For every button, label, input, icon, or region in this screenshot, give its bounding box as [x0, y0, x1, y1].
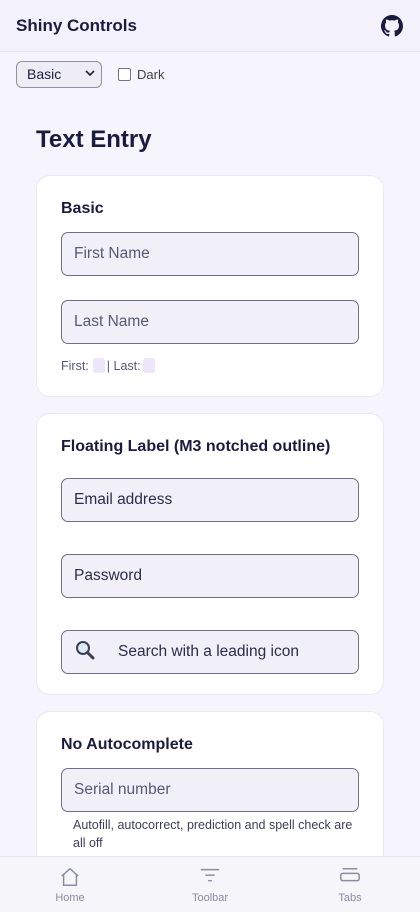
card-floating-label: Floating Label (M3 notched outline) Emai… [36, 413, 384, 695]
controls-row: Basic Dark [16, 60, 404, 88]
nav-home-label: Home [55, 891, 85, 904]
tabs-icon [340, 867, 360, 881]
serial-helper-text: Autofill, autocorrect, prediction and sp… [73, 818, 353, 850]
card-title-noauto: No Autocomplete [61, 736, 193, 753]
last-name-input[interactable]: Last Name [61, 300, 359, 344]
serial-number-input[interactable]: Serial number [61, 768, 359, 812]
search-icon [74, 639, 98, 666]
chevron-down-icon [85, 69, 95, 80]
dark-checkbox[interactable] [118, 67, 131, 81]
variant-select-value: Basic [27, 66, 62, 82]
variant-select[interactable]: Basic [16, 60, 102, 88]
email-field[interactable]: Email address [61, 478, 359, 522]
echo-last-label: | Last: [106, 358, 141, 373]
search-input[interactable]: Search with a leading icon [61, 630, 359, 674]
serial-placeholder: Serial number [74, 781, 171, 798]
card-basic: Basic First Name Last Name First: | Last… [36, 175, 384, 397]
nav-tabs[interactable]: Tabs [300, 866, 400, 904]
home-icon [61, 867, 79, 886]
first-name-input[interactable]: First Name [61, 232, 359, 276]
echo-last-value [142, 358, 155, 373]
github-icon[interactable] [380, 14, 404, 38]
password-label: Password [74, 567, 143, 584]
email-label: Email address [74, 491, 173, 508]
app-title: Shiny Controls [16, 15, 137, 35]
first-name-placeholder: First Name [74, 245, 150, 262]
toolbar-icon [200, 868, 220, 881]
nav-tabs-label: Tabs [338, 891, 362, 904]
nav-toolbar-label: Toolbar [191, 891, 229, 904]
card-title-floating: Floating Label (M3 notched outline) [61, 438, 331, 455]
page-title: Text Entry [36, 126, 152, 153]
dark-toggle[interactable]: Dark [118, 67, 164, 82]
dark-label: Dark [137, 66, 165, 82]
card-title-basic: Basic [61, 200, 104, 217]
echo-first-label: First: [61, 358, 89, 373]
nav-home[interactable]: Home [20, 866, 120, 904]
nav-toolbar[interactable]: Toolbar [160, 866, 260, 904]
echo-first-value [92, 358, 105, 373]
last-name-placeholder: Last Name [74, 313, 149, 330]
name-echo: First: | Last: [61, 358, 157, 373]
search-label: Search with a leading icon [118, 643, 299, 660]
password-field[interactable]: Password [61, 554, 359, 598]
app-bar: Shiny Controls [0, 0, 420, 52]
bottom-nav: Home Toolbar Tabs [0, 856, 420, 912]
